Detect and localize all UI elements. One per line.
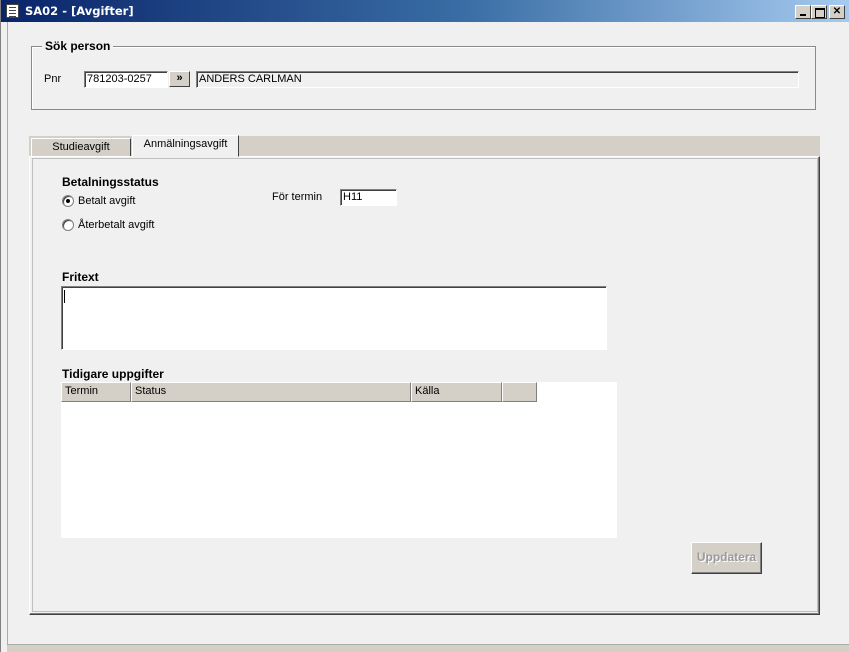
title-bar[interactable]: SA02 - [Avgifter] ✕ [1, 0, 849, 22]
text-caret [64, 290, 65, 303]
pnr-input[interactable]: 781203-0257 [84, 71, 168, 88]
column-header-extra[interactable] [502, 382, 537, 402]
app-window: SA02 - [Avgifter] ✕ Sök person Pnr 78120… [0, 0, 849, 652]
minimize-icon[interactable] [795, 5, 811, 19]
payment-status-heading: Betalningsstatus [62, 175, 159, 189]
fritext-textarea[interactable] [61, 286, 607, 350]
term-input[interactable]: H11 [340, 189, 397, 206]
fritext-heading: Fritext [62, 270, 99, 284]
column-header-status[interactable]: Status [131, 382, 411, 402]
radio-paid-label[interactable]: Betalt avgift [78, 195, 135, 207]
column-header-kalla[interactable]: Källa [411, 382, 502, 402]
history-grid[interactable]: Termin Status Källa [61, 382, 617, 538]
radio-paid[interactable] [62, 195, 74, 207]
lookup-button[interactable]: » [169, 71, 190, 87]
tab-anmalningsavgift[interactable]: Anmälningsavgift [132, 135, 239, 157]
term-label: För termin [272, 191, 323, 203]
history-heading: Tidigare uppgifter [62, 367, 164, 381]
pnr-label: Pnr [44, 73, 62, 85]
column-header-termin[interactable]: Termin [61, 382, 131, 402]
radio-refunded-label[interactable]: Återbetalt avgift [78, 219, 154, 231]
tab-studieavgift[interactable]: Studieavgift [31, 138, 131, 158]
radio-refunded[interactable] [62, 219, 74, 231]
document-icon[interactable] [6, 4, 19, 18]
close-icon[interactable]: ✕ [829, 5, 845, 19]
maximize-icon[interactable] [811, 5, 827, 19]
search-person-legend: Sök person [42, 39, 114, 53]
person-name-field: ANDERS CARLMAN [196, 71, 799, 88]
window-bottom-edge [7, 644, 849, 652]
update-button[interactable]: Uppdatera [691, 542, 762, 574]
window-title: SA02 - [Avgifter] [25, 4, 134, 18]
